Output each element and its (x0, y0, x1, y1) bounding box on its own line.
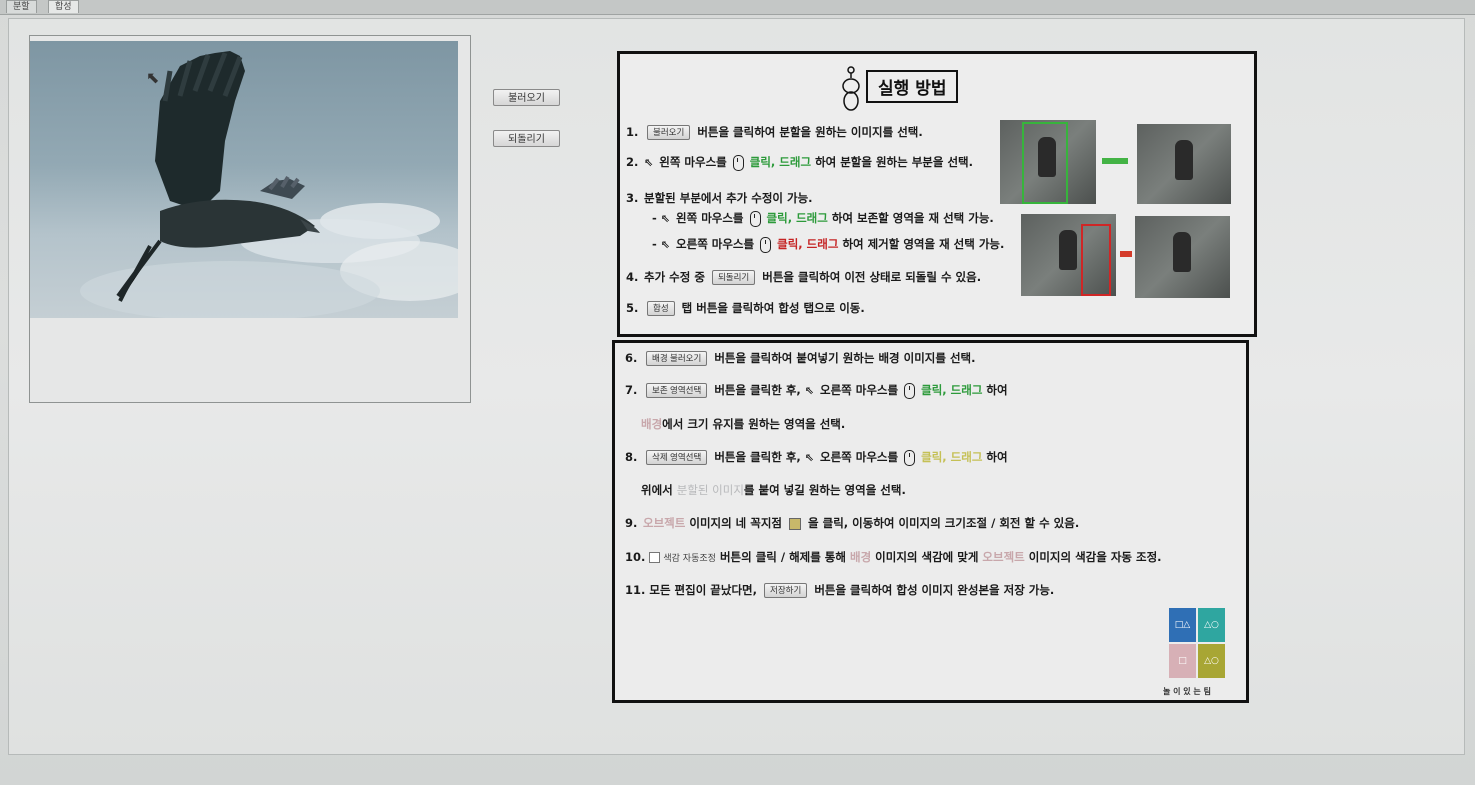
step-8-cont: 위에서 분할된 이미지를 붙여 넣길 원하는 영역을 선택. (641, 483, 906, 497)
step-3b: - ⇖ 오른쪽 마우스를 클릭, 드래그 하여 제거할 영역을 재 선택 가능. (652, 236, 1005, 253)
step-5: 5. 합성 탭 버튼을 클릭하여 합성 탭으로 이동. (626, 301, 865, 316)
desktop-screen: 분할 합성 ⬉ 불러오기 되돌리기 실행 방법 1. 불러오기 버튼을 클릭하여… (0, 0, 1475, 785)
step-6: 6. 배경 불러오기 버튼을 클릭하여 붙여넣기 원하는 배경 이미지를 선택. (625, 351, 976, 366)
guide-panel-split: 실행 방법 1. 불러오기 버튼을 클릭하여 분할을 원하는 이미지를 선택. … (617, 51, 1257, 337)
loaded-photo (30, 41, 458, 318)
arrow-right-icon (1102, 158, 1128, 164)
cursor-icon: ⇖ (804, 451, 814, 464)
step-2: 2. ⇖ 왼쪽 마우스를 클릭, 드래그 하여 분할을 원하는 부분을 선택. (626, 154, 973, 171)
tab-split[interactable]: 분할 (6, 0, 37, 13)
step-9: 9. 오브젝트 이미지의 네 꼭지점 을 클릭, 이동하여 이미지의 크기조절 … (625, 516, 1080, 530)
mouse-pointer-icon: ⬉ (146, 68, 160, 87)
tab-compose[interactable]: 합성 (48, 0, 79, 13)
inline-load-button: 불러오기 (647, 125, 691, 140)
step-4: 4. 추가 수정 중 되돌리기 버튼을 클릭하여 이전 상태로 되돌릴 수 있음… (626, 270, 982, 285)
checkbox-icon (649, 552, 661, 563)
image-canvas[interactable]: ⬉ (29, 35, 471, 403)
inline-undo-button: 되돌리기 (711, 270, 756, 285)
corner-handle-icon (789, 517, 802, 530)
step-3a: - ⇖ 왼쪽 마우스를 클릭, 드래그 하여 보존할 영역을 재 선택 가능. (652, 210, 994, 227)
example-image-2 (1137, 124, 1231, 204)
team-caption: 놀 이 있 는 팀 (1163, 687, 1211, 696)
auto-color-label: 색감 자동조정 (663, 554, 716, 564)
guide-panel-compose: 6. 배경 불러오기 버튼을 클릭하여 붙여넣기 원하는 배경 이미지를 선택.… (612, 340, 1249, 703)
bird-image (80, 51, 458, 318)
step-7: 7. 보존 영역선택 버튼을 클릭한 후, ⇖ 오른쪽 마우스를 클릭, 드래그… (625, 382, 1008, 399)
mouse-icon (749, 210, 761, 227)
guide-title: 실행 방법 (866, 70, 959, 103)
undo-button[interactable]: 되돌리기 (493, 130, 560, 147)
mouse-icon (904, 382, 916, 399)
inline-delete-area-button: 삭제 영역선택 (646, 450, 708, 465)
example-image-3 (1021, 214, 1116, 296)
cursor-icon: ⇖ (660, 238, 671, 251)
cursor-icon: ⇖ (660, 212, 671, 225)
cursor-icon: ⇖ (644, 156, 654, 169)
load-button[interactable]: 불러오기 (493, 89, 560, 106)
arrow-right-red-icon (1120, 251, 1132, 257)
step-10: 10. 색감 자동조정 버튼의 클릭 / 해제를 통해 배경 이미지의 색감에 … (625, 550, 1162, 564)
step-7-cont: 배경에서 크기 유지를 원하는 영역을 선택. (641, 417, 846, 431)
inline-save-button: 저장하기 (764, 583, 808, 598)
mouse-icon (904, 449, 916, 466)
team-logo: □△ △○ □ △○ (1169, 608, 1227, 683)
character-icon (842, 66, 860, 111)
step-8: 8. 삭제 영역선택 버튼을 클릭한 후, ⇖ 오른쪽 마우스를 클릭, 드래그… (625, 449, 1008, 466)
inline-keep-area-button: 보존 영역선택 (646, 383, 708, 398)
cursor-icon: ⇖ (804, 384, 814, 397)
example-image-4 (1135, 216, 1230, 298)
tab-strip: 분할 합성 (0, 0, 1475, 15)
inline-compose-tab: 합성 (647, 301, 675, 316)
step-1: 1. 불러오기 버튼을 클릭하여 분할을 원하는 이미지를 선택. (626, 125, 923, 140)
example-image-1 (1000, 120, 1096, 204)
step-11: 11. 모든 편집이 끝났다면, 저장하기 버튼을 클릭하여 합성 이미지 완성… (625, 583, 1055, 598)
inline-bg-load-button: 배경 불러오기 (646, 351, 708, 366)
mouse-icon (760, 236, 772, 253)
mouse-icon (732, 154, 744, 171)
step-3: 3. 분할된 부분에서 추가 수정이 가능. (626, 191, 813, 205)
